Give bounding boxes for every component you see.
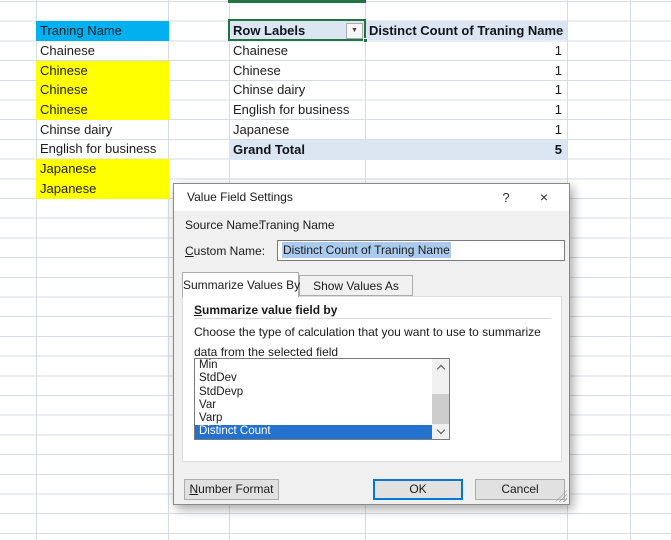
cancel-button[interactable]: Cancel <box>475 479 565 500</box>
summarize-group-title: Summarize value field by <box>194 303 337 317</box>
chevron-down-icon <box>436 425 444 433</box>
description-line-2: data from the selected field <box>194 345 338 359</box>
pivot-row-label[interactable]: English for business <box>229 100 365 120</box>
sheet-cell[interactable]: Chinese <box>36 61 169 80</box>
pivot-row-value[interactable]: 1 <box>365 80 567 100</box>
scroll-up-button[interactable] <box>432 359 449 375</box>
tab-show-values-as[interactable]: Show Values As <box>299 275 413 296</box>
listbox-item-stddevp[interactable]: StdDevp <box>195 386 449 399</box>
listbox-scrollbar[interactable] <box>432 359 449 439</box>
col-divider-f-g <box>630 0 631 540</box>
group-separator <box>194 318 551 319</box>
listbox-item-min[interactable]: Min <box>195 359 449 372</box>
listbox-item-stddev[interactable]: StdDev <box>195 372 449 385</box>
custom-name-input[interactable]: Distinct Count of Traning Name <box>277 240 565 261</box>
pivot-row-label[interactable]: Chinse dairy <box>229 80 365 100</box>
listbox-item-varp[interactable]: Varp <box>195 412 449 425</box>
ok-button[interactable]: OK <box>373 479 463 500</box>
scroll-down-button[interactable] <box>432 423 449 439</box>
pivot-row-value[interactable]: 1 <box>365 61 567 80</box>
pivot-row-value[interactable]: 1 <box>365 41 567 61</box>
pivot-row-value[interactable]: 1 <box>365 120 567 139</box>
calculation-listbox[interactable]: Min StdDev StdDevp Var Varp Distinct Cou… <box>194 358 450 440</box>
description-line-1: Choose the type of calculation that you … <box>194 325 541 339</box>
pivot-row-label[interactable]: Chainese <box>229 41 365 61</box>
source-name-label: Source Name: <box>185 218 262 232</box>
pivot-grand-total-value-cell[interactable]: 5 <box>365 140 567 160</box>
custom-name-selected-text: Distinct Count of Traning Name <box>282 242 451 258</box>
listbox-item-var[interactable]: Var <box>195 399 449 412</box>
source-name-value: Traning Name <box>259 218 335 232</box>
source-header-cell[interactable]: Traning Name <box>36 21 169 41</box>
pivot-grand-total-label-cell[interactable]: Grand Total <box>229 140 365 160</box>
scrollbar-thumb[interactable] <box>432 394 449 424</box>
sheet-cell[interactable]: Japanese <box>36 179 169 199</box>
tab-summarize-values-by[interactable]: Summarize Values By <box>182 272 299 297</box>
pivot-row-value[interactable]: 1 <box>365 100 567 120</box>
active-cell-border <box>228 19 366 41</box>
chevron-up-icon <box>436 364 444 372</box>
pivot-row-label[interactable]: Chinese <box>229 61 365 80</box>
value-field-settings-dialog: Value Field Settings ? × Source Name: Tr… <box>173 183 570 505</box>
sheet-cell[interactable]: Japanese <box>36 159 169 179</box>
custom-name-label: Custom Name: <box>185 244 265 258</box>
pivot-row-label[interactable]: Japanese <box>229 120 365 139</box>
help-button[interactable]: ? <box>491 184 521 211</box>
sheet-cell[interactable]: Chinese <box>36 80 169 100</box>
sheet-cell[interactable]: Chainese <box>36 41 169 61</box>
dialog-title: Value Field Settings <box>187 184 293 211</box>
selected-range-top-border <box>228 0 366 3</box>
sheet-cell[interactable]: English for business <box>36 139 169 159</box>
tab-content-pane: Summarize value field by Choose the type… <box>182 296 562 462</box>
sheet-cell[interactable]: Chinese <box>36 100 169 120</box>
sheet-cell[interactable]: Chinse dairy <box>36 120 169 140</box>
close-icon[interactable]: × <box>529 184 559 211</box>
dialog-title-bar[interactable]: Value Field Settings ? × <box>174 184 569 211</box>
listbox-item-distinct-count-selected[interactable]: Distinct Count <box>195 425 432 438</box>
number-format-button[interactable]: Number Format <box>184 479 279 500</box>
pivot-value-header-cell[interactable]: Distinct Count of Traning Name <box>365 21 567 40</box>
